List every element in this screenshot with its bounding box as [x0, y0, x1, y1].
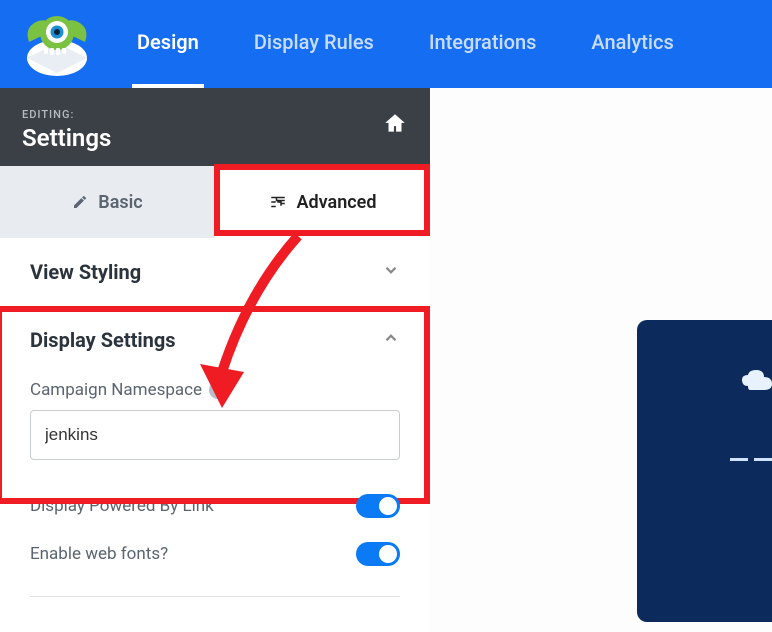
field-campaign-namespace: Campaign Namespace ?: [0, 374, 430, 482]
cloud-icon: [742, 368, 772, 392]
section-display-settings-title: Display Settings: [30, 328, 176, 352]
sliders-icon: [269, 193, 287, 211]
section-display-settings[interactable]: Display Settings: [0, 306, 430, 374]
subtab-basic[interactable]: Basic: [0, 166, 215, 238]
home-button[interactable]: [382, 111, 408, 143]
subtab-advanced-label: Advanced: [297, 192, 377, 213]
editing-header: EDITING: Settings: [0, 88, 430, 166]
campaign-namespace-input[interactable]: [30, 410, 400, 460]
chevron-up-icon: [382, 329, 400, 351]
preview-popup: [637, 320, 772, 622]
home-icon: [382, 111, 408, 137]
display-powered-label: Display Powered By Link: [30, 496, 214, 516]
editing-label: EDITING:: [22, 108, 74, 121]
preview-canvas: [430, 88, 772, 632]
pencil-icon: [72, 194, 88, 210]
tab-display-rules[interactable]: Display Rules: [249, 0, 379, 88]
settings-sidebar: EDITING: Settings Basic Advanced View St…: [0, 88, 430, 632]
toggle-enable-web-fonts[interactable]: [356, 542, 400, 566]
section-view-styling[interactable]: View Styling: [0, 238, 430, 306]
app-logo: [12, 8, 102, 80]
row-display-powered-by: Display Powered By Link: [0, 482, 430, 530]
tab-integrations[interactable]: Integrations: [424, 0, 542, 88]
main-tabs: Design Display Rules Integrations Analyt…: [132, 0, 679, 88]
settings-subtabs: Basic Advanced: [0, 166, 430, 238]
enable-web-fonts-label: Enable web fonts?: [30, 544, 168, 564]
campaign-namespace-label: Campaign Namespace: [30, 380, 202, 400]
dashed-line: [730, 458, 772, 464]
subtab-basic-label: Basic: [98, 192, 142, 213]
section-view-styling-title: View Styling: [30, 260, 141, 284]
tab-design[interactable]: Design: [132, 0, 204, 88]
tab-analytics[interactable]: Analytics: [586, 0, 678, 88]
toggle-display-powered[interactable]: [356, 494, 400, 518]
divider: [30, 596, 400, 597]
editing-title: Settings: [22, 124, 111, 152]
row-enable-web-fonts: Enable web fonts?: [0, 530, 430, 578]
chevron-down-icon: [382, 261, 400, 283]
help-icon[interactable]: ?: [209, 381, 227, 399]
top-navigation: Design Display Rules Integrations Analyt…: [0, 0, 772, 88]
subtab-advanced[interactable]: Advanced: [215, 166, 430, 238]
